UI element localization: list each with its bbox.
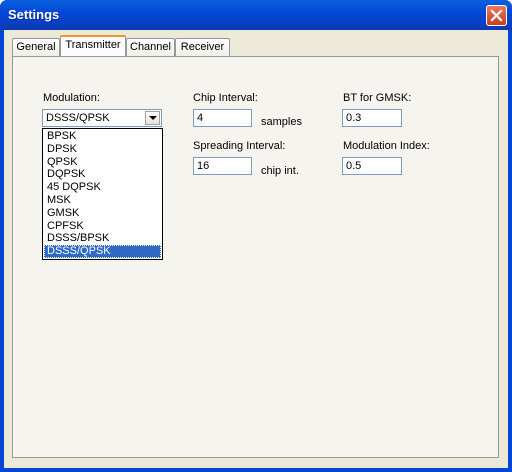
tab-general-label: General [16,41,56,53]
modulation-dropdown-button[interactable] [145,111,160,125]
close-icon [490,9,503,22]
chip-interval-label: Chip Interval: [193,92,258,104]
spreading-interval-field[interactable]: 16 [193,157,252,175]
bt-gmsk-label: BT for GMSK: [343,92,412,104]
bt-gmsk-field[interactable]: 0.3 [342,109,402,127]
chip-interval-value: 4 [197,112,204,124]
spreading-interval-label: Spreading Interval: [193,140,286,152]
close-button[interactable] [486,5,507,26]
modulation-option[interactable]: MSK [44,194,161,207]
spreading-interval-value: 16 [197,160,210,172]
title-bar[interactable]: Settings [0,0,512,30]
modulation-option[interactable]: DQPSK [44,168,161,181]
settings-window: Settings General Transmitter Channel Rec… [0,0,512,472]
modulation-option[interactable]: DSSS/BPSK [44,232,161,245]
chip-interval-field[interactable]: 4 [193,109,252,127]
modulation-selected-value: DSSS/QPSK [46,112,110,124]
tab-general[interactable]: General [12,38,60,56]
tab-transmitter[interactable]: Transmitter [60,35,126,56]
modulation-option[interactable]: GMSK [44,207,161,220]
modulation-option[interactable]: 45 DQPSK [44,181,161,194]
modulation-select[interactable]: DSSS/QPSK [42,109,162,127]
window-frame-bottom [0,468,512,472]
chevron-down-icon [149,116,157,120]
bt-gmsk-value: 0.3 [346,112,362,124]
modulation-dropdown-list[interactable]: BPSK DPSK QPSK DQPSK 45 DQPSK MSK GMSK CPFSK DSS… [42,128,163,260]
modulation-option[interactable]: QPSK [44,156,161,169]
modulation-index-value: 0.5 [346,160,362,172]
tab-receiver-label: Receiver [180,41,225,53]
modulation-option[interactable]: DPSK [44,143,161,156]
modulation-index-label: Modulation Index: [343,140,430,152]
spreading-interval-unit: chip int. [261,165,299,177]
modulation-index-field[interactable]: 0.5 [342,157,402,175]
window-title: Settings [8,7,60,22]
modulation-option[interactable]: DSSS/QPSK [44,245,161,259]
tab-channel-label: Channel [130,41,171,53]
modulation-label: Modulation: [43,92,100,104]
modulation-option[interactable]: CPFSK [44,220,161,233]
modulation-option[interactable]: BPSK [44,130,161,143]
tab-receiver[interactable]: Receiver [175,38,230,56]
tab-transmitter-label: Transmitter [65,39,121,51]
tab-channel[interactable]: Channel [126,38,175,56]
chip-interval-unit: samples [261,116,302,128]
window-frame-right [508,30,512,472]
